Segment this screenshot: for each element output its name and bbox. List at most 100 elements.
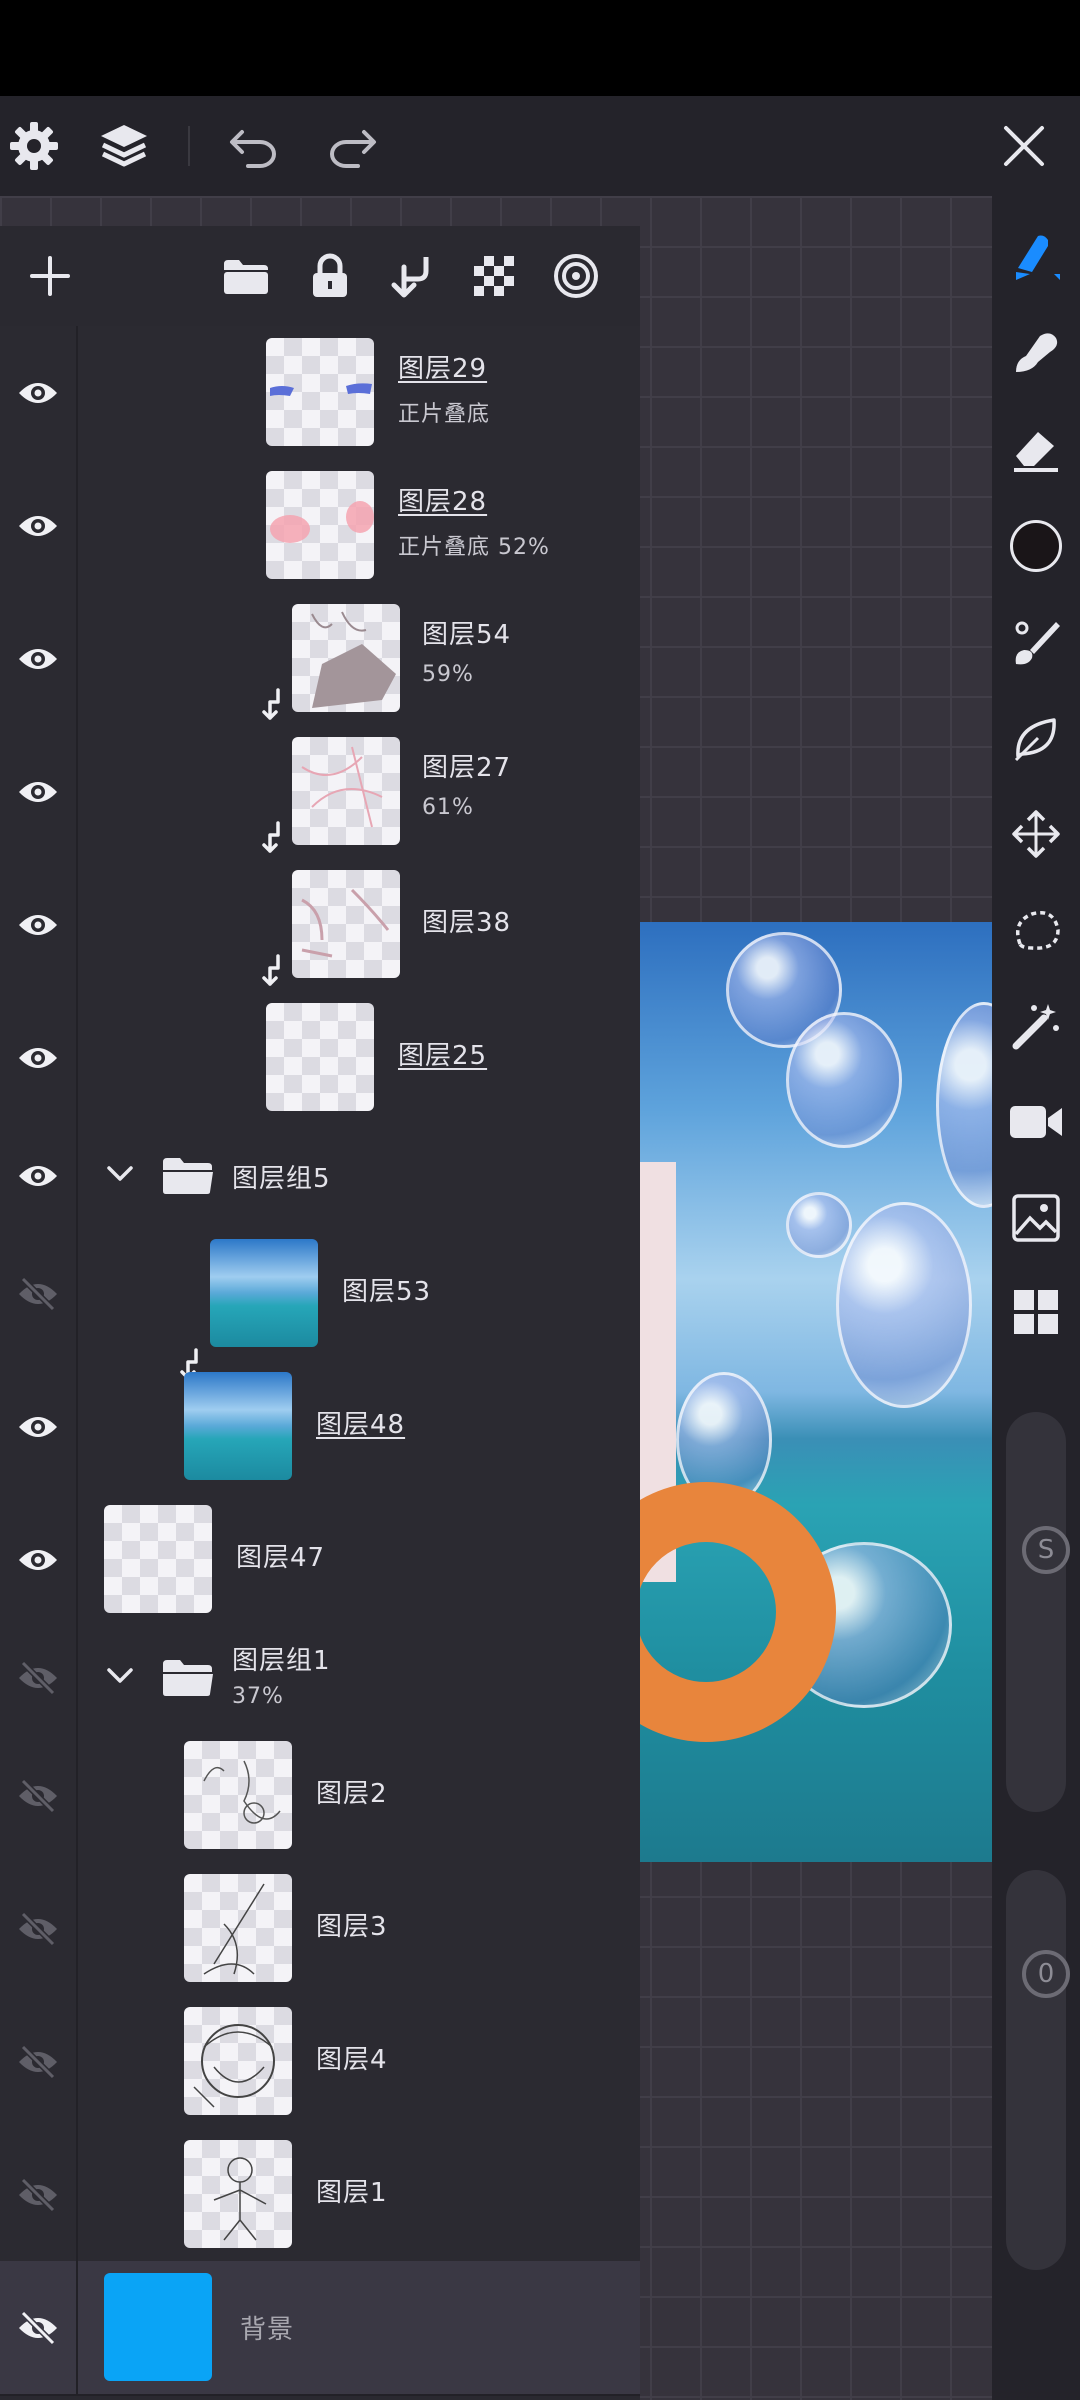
layer-row[interactable]: 图层4 (0, 1995, 640, 2130)
eye-icon[interactable] (0, 326, 78, 459)
layer-row[interactable]: 图层1 (0, 2128, 640, 2263)
lasso-leaf-icon[interactable] (1006, 708, 1066, 768)
selection-icon[interactable] (1006, 900, 1066, 960)
layer-name: 图层3 (316, 1912, 388, 1942)
layer-thumbnail (104, 2273, 212, 2381)
video-icon[interactable] (1006, 1092, 1066, 1152)
brush-icon[interactable] (1006, 612, 1066, 672)
layer-opacity: 61% (422, 795, 474, 820)
move-icon[interactable] (1006, 804, 1066, 864)
eye-hidden-icon[interactable] (0, 1227, 78, 1360)
layer-thumbnail (292, 870, 400, 978)
layer-name: 图层27 (422, 753, 512, 783)
layer-name: 图层2 (316, 1779, 388, 1809)
group-opacity: 37% (232, 1684, 284, 1709)
add-icon[interactable] (20, 246, 80, 306)
status-bar (0, 0, 1080, 96)
clip-arrow-icon (262, 954, 292, 988)
layer-name: 图层47 (236, 1543, 326, 1573)
group-row[interactable]: 图层组1 37% (0, 1626, 640, 1731)
image-icon[interactable] (1006, 1188, 1066, 1248)
eye-icon[interactable] (0, 1493, 78, 1626)
layers-panel: 图层29 正片叠底 图层28 正片叠底 52% 图层54 59% 图层27 61… (0, 226, 640, 2400)
chevron-down-icon[interactable] (100, 1656, 140, 1696)
eye-hidden-icon[interactable] (0, 1862, 78, 1995)
eye-icon[interactable] (0, 459, 78, 592)
folder-icon (160, 1656, 216, 1702)
merge-down-icon[interactable] (382, 246, 442, 306)
layer-row[interactable]: 图层54 59% (0, 592, 640, 727)
toolbar-divider (188, 126, 190, 166)
opacity-label: 0 (1022, 1950, 1070, 1998)
lock-icon[interactable] (300, 246, 360, 306)
layer-row[interactable]: 图层3 (0, 1862, 640, 1997)
chevron-down-icon[interactable] (100, 1154, 140, 1194)
layer-name: 图层25 (398, 1041, 488, 1071)
layer-name: 图层54 (422, 620, 512, 650)
target-icon[interactable] (546, 246, 606, 306)
layer-row[interactable]: 图层47 (0, 1493, 640, 1628)
layer-thumbnail (292, 604, 400, 712)
right-toolbar: S 0 (992, 196, 1080, 2400)
eye-hidden-icon[interactable] (0, 1729, 78, 1862)
eye-icon[interactable] (0, 592, 78, 725)
brush-size-slider[interactable]: S (1006, 1412, 1070, 1812)
magic-wand-icon[interactable] (1006, 996, 1066, 1056)
layer-toolbar (0, 226, 640, 328)
layer-row[interactable]: 图层28 正片叠底 52% (0, 459, 640, 594)
layers-icon[interactable] (94, 116, 154, 176)
undo-icon[interactable] (224, 116, 284, 176)
eye-icon[interactable] (0, 1360, 78, 1493)
layer-row[interactable]: 图层53 (0, 1227, 640, 1362)
layer-name: 图层38 (422, 908, 512, 938)
eraser-icon[interactable] (1006, 418, 1066, 478)
top-toolbar (0, 96, 1080, 196)
eye-icon[interactable] (0, 858, 78, 991)
layer-name: 图层1 (316, 2178, 388, 2208)
swim-ring (636, 1482, 836, 1742)
layer-row[interactable]: 图层38 (0, 858, 640, 993)
color-swatch[interactable] (1006, 516, 1066, 576)
smudge-icon[interactable] (1006, 322, 1066, 382)
folder-icon[interactable] (216, 246, 276, 306)
artwork-image (636, 922, 992, 1862)
layer-thumbnail (292, 737, 400, 845)
layer-name: 图层48 (316, 1410, 406, 1440)
gear-icon[interactable] (4, 116, 64, 176)
group-row[interactable]: 图层组5 (0, 1124, 640, 1229)
layer-thumbnail (104, 1505, 212, 1613)
layer-thumbnail (184, 1372, 292, 1480)
eye-hidden-icon[interactable] (0, 2128, 78, 2261)
layer-thumbnail (266, 338, 374, 446)
layer-thumbnail (184, 2140, 292, 2248)
layer-row[interactable]: 图层25 (0, 991, 640, 1126)
redo-icon[interactable] (322, 116, 382, 176)
eye-icon[interactable] (0, 725, 78, 858)
eye-icon[interactable] (0, 1124, 78, 1227)
eye-icon[interactable] (0, 991, 78, 1124)
layer-row[interactable]: 图层2 (0, 1729, 640, 1864)
group-name: 图层组5 (232, 1164, 331, 1194)
eye-hidden-icon[interactable] (0, 1995, 78, 2128)
pen-icon[interactable] (1006, 226, 1066, 286)
group-name: 图层组1 (232, 1646, 331, 1676)
layer-row[interactable]: 图层48 (0, 1348, 640, 1495)
layer-thumbnail (184, 2007, 292, 2115)
layer-opacity: 59% (422, 662, 474, 687)
clip-arrow-icon (262, 688, 292, 722)
layer-blend: 正片叠底 52% (398, 535, 550, 560)
layer-row[interactable]: 图层29 正片叠底 (0, 326, 640, 461)
layer-row-background[interactable]: 背景 (0, 2261, 640, 2396)
transparency-icon[interactable] (464, 246, 524, 306)
eye-hidden-icon[interactable] (0, 1626, 78, 1729)
layer-name: 图层4 (316, 2045, 388, 2075)
eye-hidden-icon[interactable] (0, 2261, 78, 2394)
layer-row[interactable]: 图层27 61% (0, 725, 640, 860)
grid-icon[interactable] (1006, 1282, 1066, 1342)
clip-arrow-icon (262, 821, 292, 855)
layer-blend: 正片叠底 (398, 402, 491, 427)
layer-name: 图层29 (398, 354, 488, 384)
close-icon[interactable] (994, 116, 1054, 176)
folder-icon (160, 1154, 216, 1200)
opacity-slider[interactable]: 0 (1006, 1870, 1070, 2270)
